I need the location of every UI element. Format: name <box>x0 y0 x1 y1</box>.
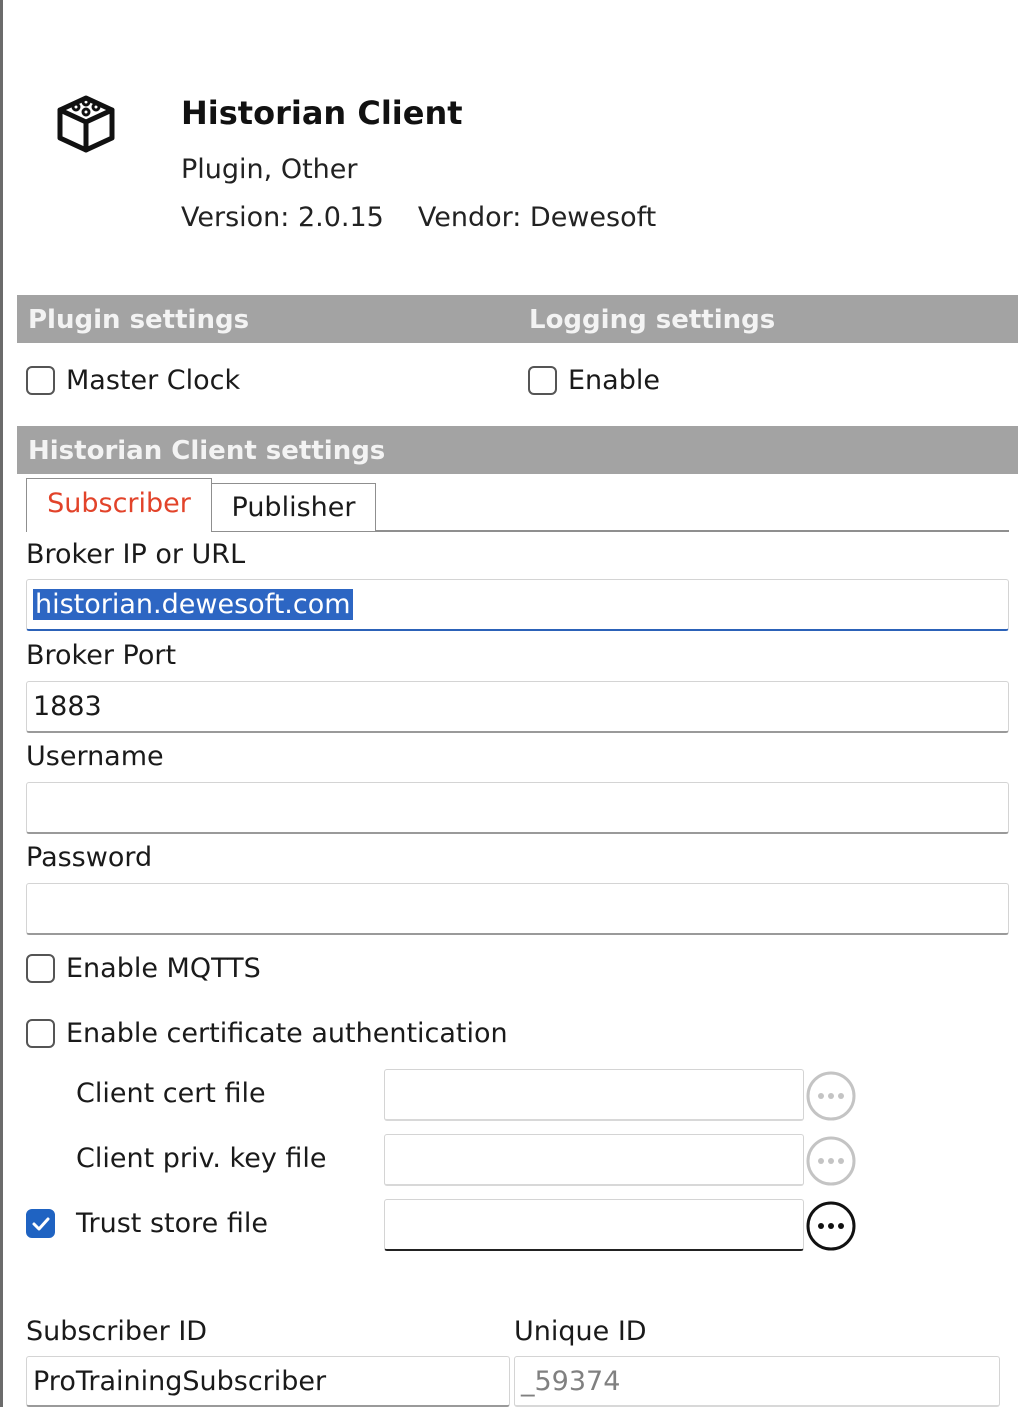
plugin-version-info: Version: 2.0.15 Vendor: Dewesoft <box>181 202 656 233</box>
broker-port-input[interactable]: 1883 <box>26 681 1009 733</box>
logging-enable-label: Enable <box>568 365 660 396</box>
settings-section-bar: Plugin settings Logging settings <box>17 295 1018 343</box>
browse-priv-key-button[interactable] <box>805 1135 857 1187</box>
vendor-text: Vendor: Dewesoft <box>417 202 657 233</box>
username-input[interactable] <box>26 782 1009 834</box>
checkbox-box[interactable] <box>26 954 55 983</box>
broker-port-label: Broker Port <box>26 640 177 671</box>
username-label: Username <box>26 741 164 772</box>
unique-id-label: Unique ID <box>514 1316 647 1347</box>
broker-ip-value: historian.dewesoft.com <box>33 589 353 620</box>
checkmark-icon <box>32 1217 49 1230</box>
subscriber-id-input[interactable]: ProTrainingSubscriber <box>26 1356 510 1407</box>
plugin-settings-heading: Plugin settings <box>28 305 250 335</box>
plugin-title: Historian Client <box>181 94 463 132</box>
checkbox-box-checked[interactable] <box>26 1209 55 1238</box>
plugin-box-icon <box>54 92 118 156</box>
tab-publisher[interactable]: Publisher <box>211 483 376 531</box>
enable-cert-auth-checkbox[interactable]: Enable certificate authentication <box>26 1018 508 1049</box>
master-clock-checkbox[interactable]: Master Clock <box>26 365 240 396</box>
password-input[interactable] <box>26 883 1009 935</box>
checkbox-box[interactable] <box>26 366 55 395</box>
more-dots-icon <box>806 1201 856 1251</box>
more-dots-icon <box>806 1136 856 1186</box>
broker-ip-label: Broker IP or URL <box>26 539 246 570</box>
client-cert-file-label: Client cert file <box>76 1078 266 1109</box>
enable-mqtts-label: Enable MQTTS <box>66 953 261 984</box>
subscriber-id-value: ProTrainingSubscriber <box>33 1365 327 1397</box>
checkbox-box[interactable] <box>26 1019 55 1048</box>
broker-ip-input[interactable]: historian.dewesoft.com <box>26 579 1009 631</box>
client-priv-key-input[interactable] <box>384 1134 804 1186</box>
client-priv-key-label: Client priv. key file <box>76 1143 327 1174</box>
client-cert-file-input[interactable] <box>384 1069 804 1121</box>
unique-id-value: _59374 <box>521 1365 621 1397</box>
more-dots-icon <box>806 1071 856 1121</box>
unique-id-input[interactable]: _59374 <box>514 1356 1000 1407</box>
client-settings-heading: Historian Client settings <box>28 436 386 466</box>
broker-port-value: 1883 <box>33 691 102 722</box>
master-clock-label: Master Clock <box>66 365 241 396</box>
browse-client-cert-button[interactable] <box>805 1070 857 1122</box>
plugin-category: Plugin, Other <box>181 154 358 185</box>
version-text: Version: 2.0.15 <box>181 202 384 233</box>
client-settings-section-bar: Historian Client settings <box>17 426 1018 474</box>
trust-store-input[interactable] <box>384 1199 804 1251</box>
enable-mqtts-checkbox[interactable]: Enable MQTTS <box>26 953 261 984</box>
password-label: Password <box>26 842 153 873</box>
trust-store-label: Trust store file <box>76 1208 268 1239</box>
enable-cert-auth-label: Enable certificate authentication <box>66 1018 508 1049</box>
logging-settings-heading: Logging settings <box>529 305 776 335</box>
checkbox-box[interactable] <box>528 366 557 395</box>
window-left-border <box>0 0 3 1407</box>
trust-store-checkbox[interactable]: Trust store file <box>26 1208 268 1239</box>
subscriber-id-label: Subscriber ID <box>26 1316 208 1347</box>
browse-trust-store-button[interactable] <box>805 1200 857 1252</box>
logging-enable-checkbox[interactable]: Enable <box>528 365 660 396</box>
tab-subscriber[interactable]: Subscriber <box>26 478 212 532</box>
